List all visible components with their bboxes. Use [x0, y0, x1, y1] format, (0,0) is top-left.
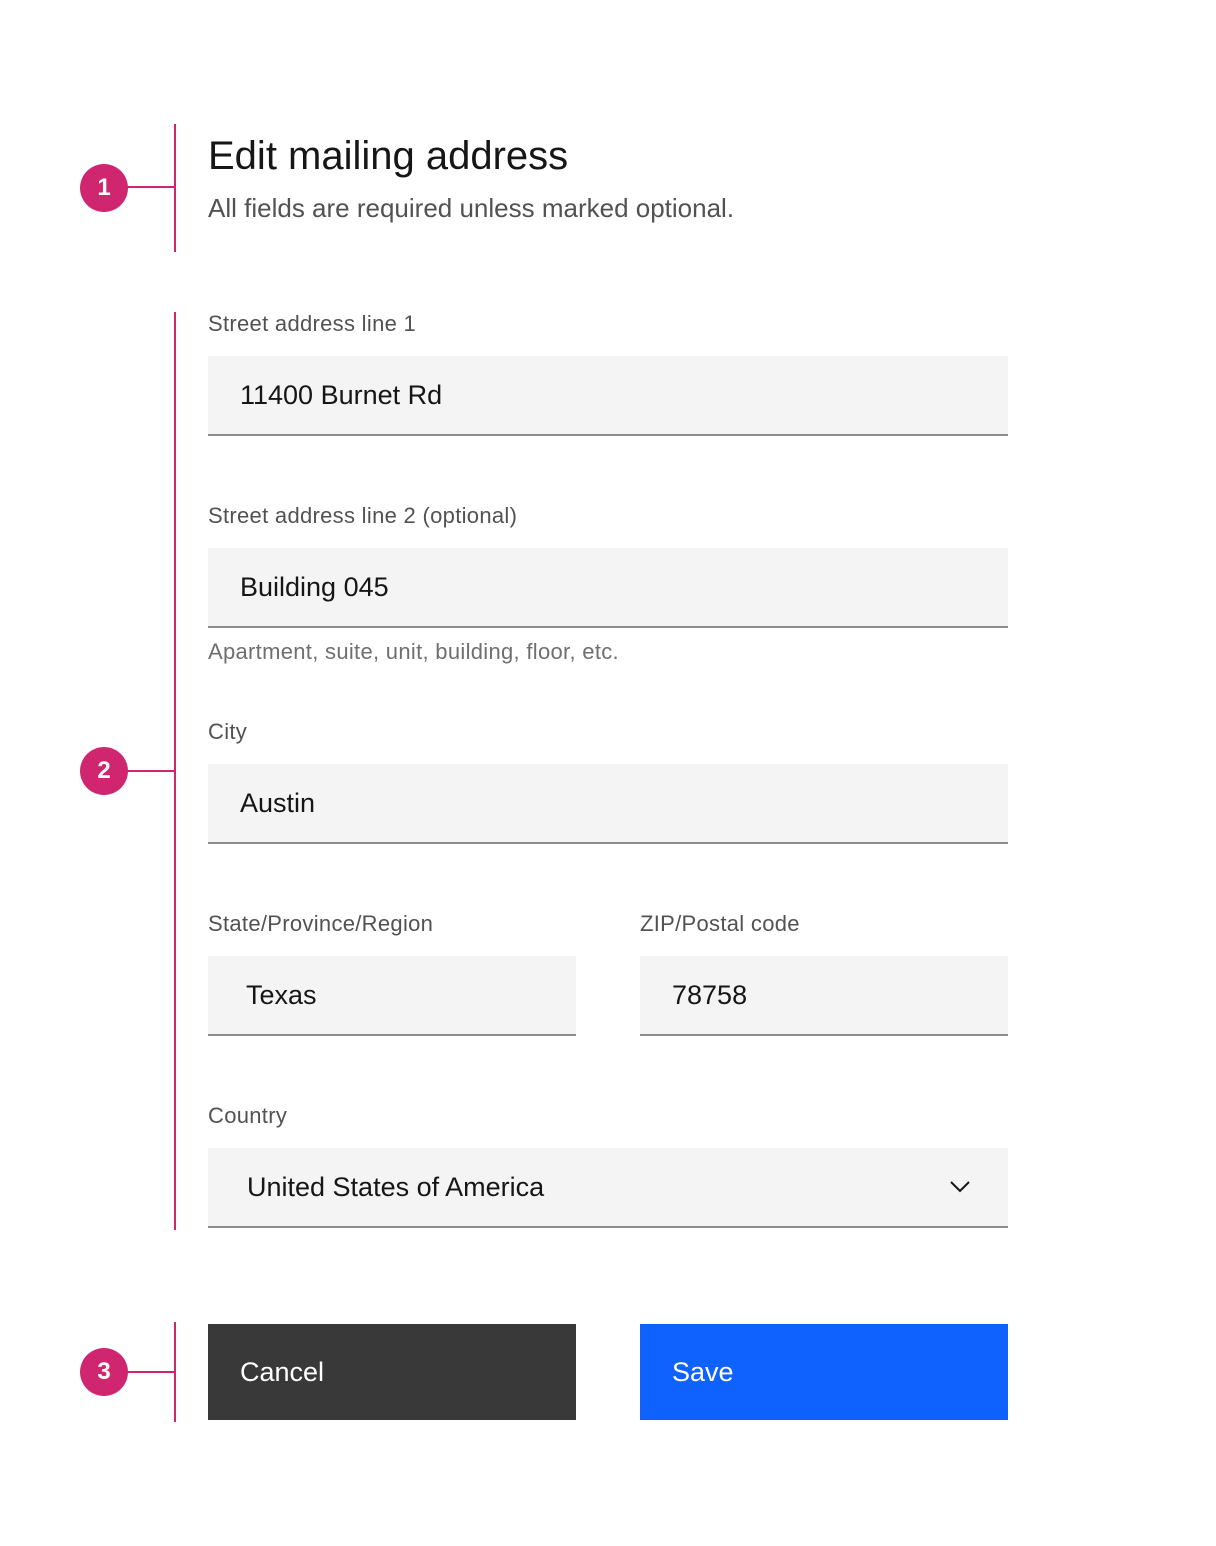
- save-button[interactable]: Save: [640, 1324, 1008, 1420]
- cancel-button[interactable]: Cancel: [208, 1324, 576, 1420]
- annotation-marker-3: 3: [80, 1348, 128, 1396]
- form-title: Edit mailing address: [208, 134, 569, 178]
- country-select[interactable]: United States of America: [208, 1148, 1008, 1228]
- chevron-down-icon[interactable]: [948, 1175, 972, 1199]
- annotation-marker-2: 2: [80, 747, 128, 795]
- state-label: State/Province/Region: [208, 911, 434, 936]
- zip-input[interactable]: [640, 956, 1008, 1036]
- annotation-connector-1: [126, 186, 175, 188]
- form-subtitle: All fields are required unless marked op…: [208, 193, 735, 223]
- street-address-2-label: Street address line 2 (optional): [208, 503, 518, 528]
- city-label: City: [208, 719, 248, 744]
- country-label: Country: [208, 1103, 288, 1128]
- annotation-marker-1: 1: [80, 164, 128, 212]
- street-address-1-input[interactable]: [208, 356, 1008, 436]
- annotation-connector-3: [126, 1371, 175, 1373]
- street-address-2-input[interactable]: [208, 548, 1008, 628]
- street-address-1-label: Street address line 1: [208, 311, 417, 336]
- city-input[interactable]: [208, 764, 1008, 844]
- street-address-2-helper: Apartment, suite, unit, building, floor,…: [208, 639, 619, 664]
- annotation-connector-2: [126, 770, 175, 772]
- zip-label: ZIP/Postal code: [640, 911, 800, 936]
- annotation-bracket-1: [174, 124, 176, 252]
- country-select-value: United States of America: [247, 1172, 545, 1202]
- state-input[interactable]: [208, 956, 576, 1036]
